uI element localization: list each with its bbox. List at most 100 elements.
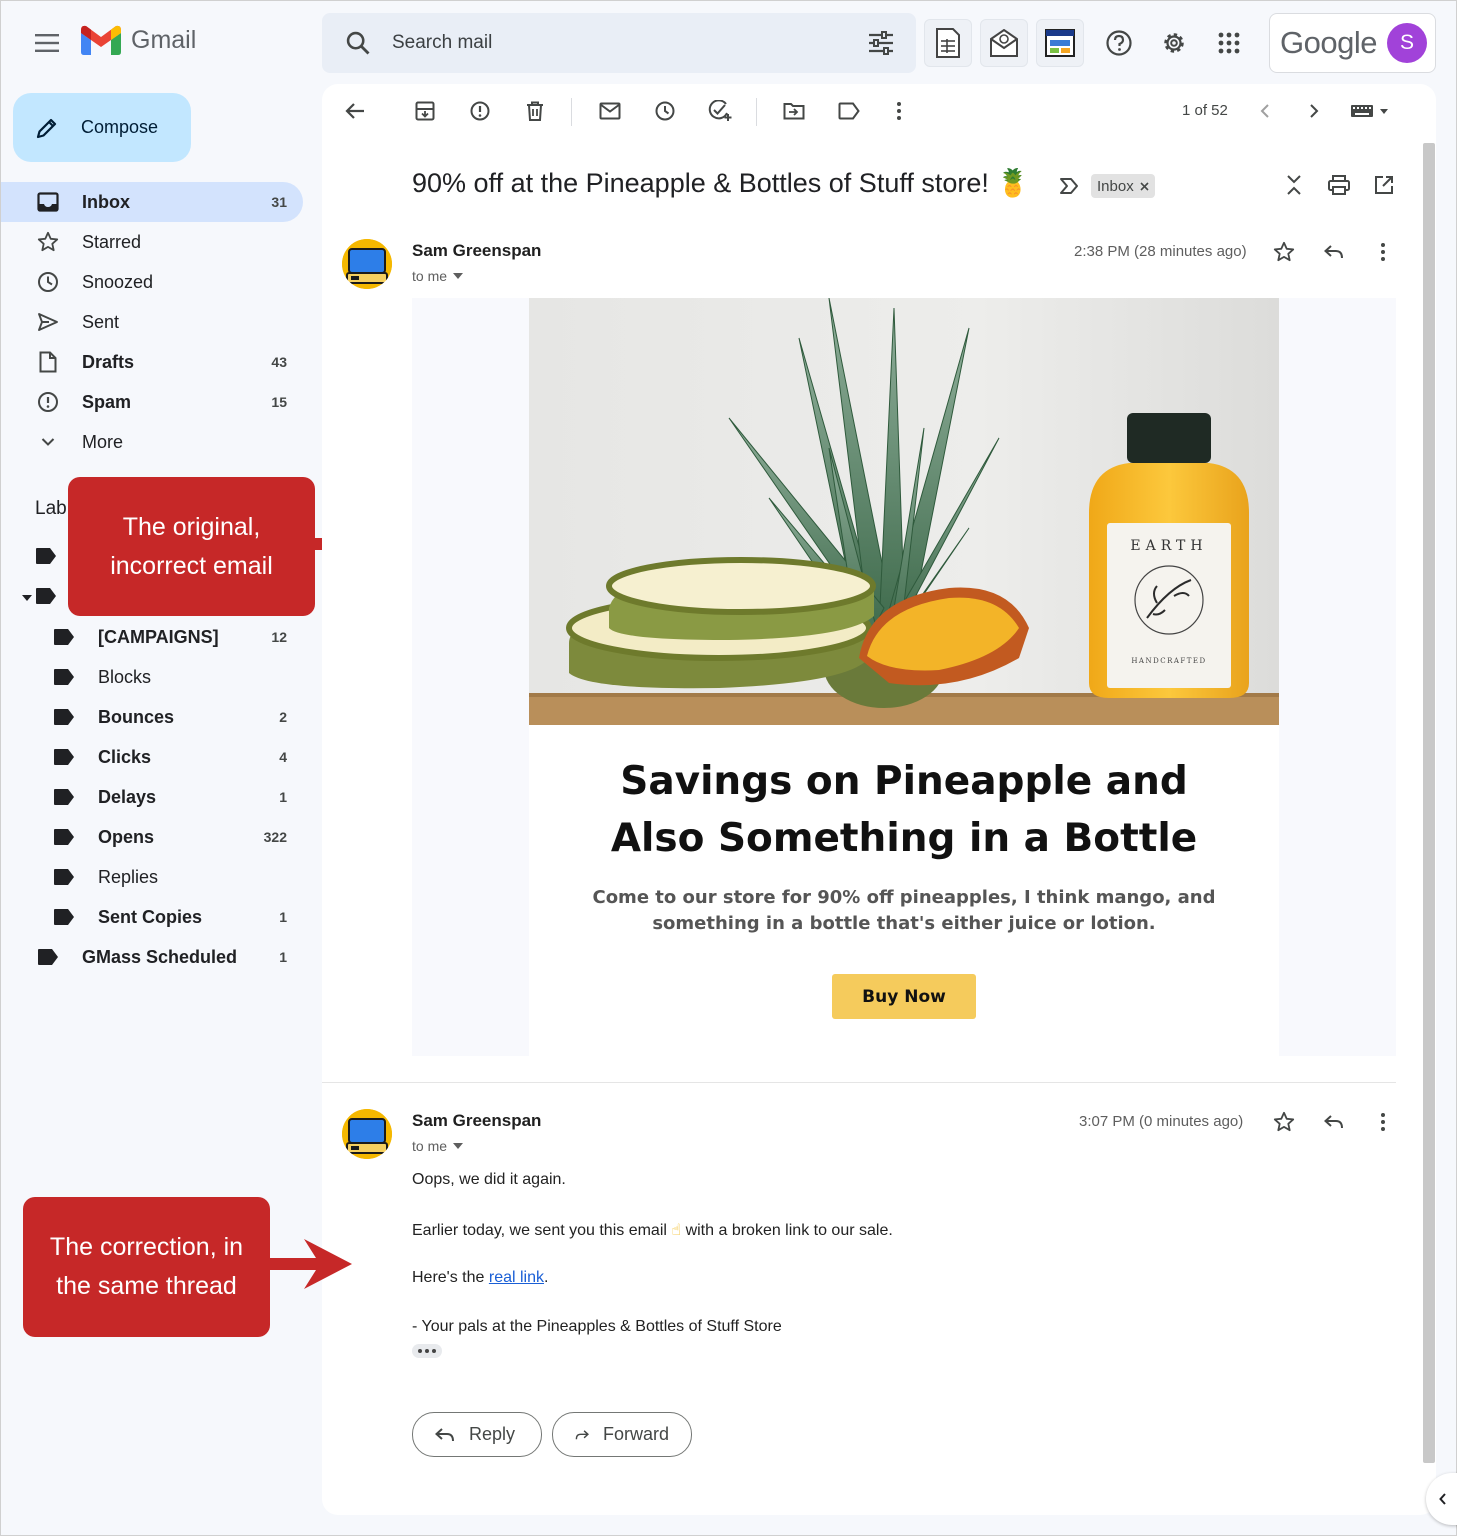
support-button[interactable] [1095, 19, 1143, 67]
close-icon[interactable] [1140, 181, 1149, 191]
newer-button[interactable] [1245, 91, 1285, 131]
caret-down-icon [453, 273, 464, 279]
apps-grid-icon [1218, 32, 1240, 54]
labels-heading: Lab [35, 498, 67, 519]
body-text: Earlier today, we sent you this email [412, 1222, 672, 1239]
archive-button[interactable] [405, 91, 445, 131]
arrow-left-icon [345, 103, 364, 119]
label-item-gmass-scheduled[interactable]: GMass Scheduled 1 [1, 937, 303, 977]
print-button[interactable] [1321, 167, 1357, 203]
snooze-button[interactable] [645, 91, 685, 131]
more-vert-icon [1381, 1113, 1385, 1131]
labels-button[interactable] [829, 91, 869, 131]
open-in-new-window-button[interactable] [1366, 167, 1402, 203]
body-paragraph: Here's the real link. [412, 1269, 548, 1287]
sidebar-item-inbox[interactable]: Inbox 31 [1, 182, 303, 222]
apps-button[interactable] [1205, 19, 1253, 67]
show-trimmed-content-button[interactable] [412, 1344, 442, 1358]
computer-avatar-icon [342, 239, 392, 289]
sender-avatar[interactable] [342, 1109, 392, 1159]
more-vert-icon [1381, 243, 1385, 261]
older-button[interactable] [1294, 91, 1334, 131]
sidebar-item-drafts[interactable]: Drafts 43 [1, 342, 303, 382]
label-item-replies[interactable]: Replies [1, 857, 303, 897]
move-to-button[interactable] [774, 91, 814, 131]
callout-correction-email: The correction, in the same thread [23, 1197, 270, 1337]
label-item-sent-copies[interactable]: Sent Copies 1 [1, 897, 303, 937]
scrollbar-thumb[interactable] [1423, 143, 1435, 1463]
body-text: Here's the [412, 1269, 489, 1286]
recipient-details[interactable]: to me [412, 1138, 464, 1154]
label-item-campaigns[interactable]: [CAMPAIGNS] 12 [1, 617, 303, 657]
email-headline: Savings on Pineapple and Also Something … [529, 753, 1279, 867]
reply-button[interactable] [1316, 1104, 1352, 1140]
spreadsheet-addon-button[interactable] [924, 19, 972, 67]
callout-original-email: The original, incorrect email [68, 477, 315, 616]
gear-icon [1164, 33, 1184, 53]
label-item-delays[interactable]: Delays 1 [1, 777, 303, 817]
search-input[interactable] [392, 32, 832, 54]
report-spam-button[interactable] [460, 91, 500, 131]
sidebar-item-more[interactable]: More [1, 422, 303, 462]
message-divider [322, 1082, 1396, 1083]
recipient-text: to me [412, 1138, 448, 1154]
main-menu-button[interactable] [27, 23, 67, 63]
importance-marker-icon[interactable] [1059, 177, 1079, 195]
reply-button[interactable] [1316, 234, 1352, 270]
account-avatar[interactable]: S [1387, 23, 1427, 63]
sender-name: Sam Greenspan [412, 241, 542, 260]
compose-button[interactable]: Compose [13, 93, 191, 162]
sidebar-item-count: 31 [271, 194, 287, 210]
recipient-text: to me [412, 268, 448, 284]
dashboard-addon-button[interactable] [1036, 19, 1084, 67]
star-button[interactable] [1266, 1104, 1302, 1140]
account-switcher[interactable]: Google S [1269, 13, 1436, 73]
star-button[interactable] [1266, 234, 1302, 270]
recipient-details[interactable]: to me [412, 268, 464, 284]
label-item-bounces[interactable]: Bounces 2 [1, 697, 303, 737]
search-icon[interactable] [344, 29, 372, 57]
label-icon [51, 744, 77, 770]
forward-action-button[interactable]: Forward [552, 1412, 692, 1457]
buy-now-button[interactable]: Buy Now [832, 974, 976, 1019]
input-tools-button[interactable] [1346, 91, 1394, 131]
label-item-blocks[interactable]: Blocks [1, 657, 303, 697]
real-link[interactable]: real link [489, 1269, 544, 1286]
more-actions-button[interactable] [879, 91, 919, 131]
folder-move-icon [783, 103, 805, 120]
add-to-tasks-button[interactable] [700, 91, 740, 131]
task-add-icon [708, 100, 732, 121]
more-vert-icon [897, 102, 901, 120]
draft-icon [35, 349, 61, 375]
sidebar-item-starred[interactable]: Starred [1, 222, 303, 262]
chevron-left-icon [1260, 104, 1269, 118]
label-item-count: 322 [263, 829, 287, 845]
sidebar-item-spam[interactable]: Spam 15 [1, 382, 303, 422]
mail-addon-button[interactable] [980, 19, 1028, 67]
mark-unread-button[interactable] [590, 91, 630, 131]
sidebar-item-snoozed[interactable]: Snoozed [1, 262, 303, 302]
collapse-all-button[interactable] [1276, 167, 1312, 203]
search-bar[interactable] [322, 13, 916, 73]
star-icon [35, 229, 61, 255]
settings-button[interactable] [1150, 19, 1198, 67]
label-item-opens[interactable]: Opens 322 [1, 817, 303, 857]
gmail-logo[interactable]: Gmail [81, 25, 196, 55]
clock-icon [655, 101, 675, 121]
envelope-icon [599, 102, 621, 120]
label-item-clicks[interactable]: Clicks 4 [1, 737, 303, 777]
toolbar-divider [571, 98, 572, 126]
back-button[interactable] [335, 91, 375, 131]
delete-button[interactable] [515, 91, 555, 131]
sender-avatar[interactable] [342, 239, 392, 289]
sidebar-item-sent[interactable]: Sent [1, 302, 303, 342]
reply-action-button[interactable]: Reply [412, 1412, 542, 1457]
email-subject: 90% off at the Pineapple & Bottles of St… [412, 168, 1030, 198]
search-options-icon[interactable] [868, 31, 894, 55]
message-more-button[interactable] [1365, 234, 1401, 270]
message-more-button[interactable] [1365, 1104, 1401, 1140]
caret-down-icon [453, 1143, 464, 1149]
expand-caret-icon[interactable] [21, 593, 33, 603]
bottle-label-text: EARTH [1130, 538, 1207, 554]
keyboard-icon [1351, 105, 1388, 117]
